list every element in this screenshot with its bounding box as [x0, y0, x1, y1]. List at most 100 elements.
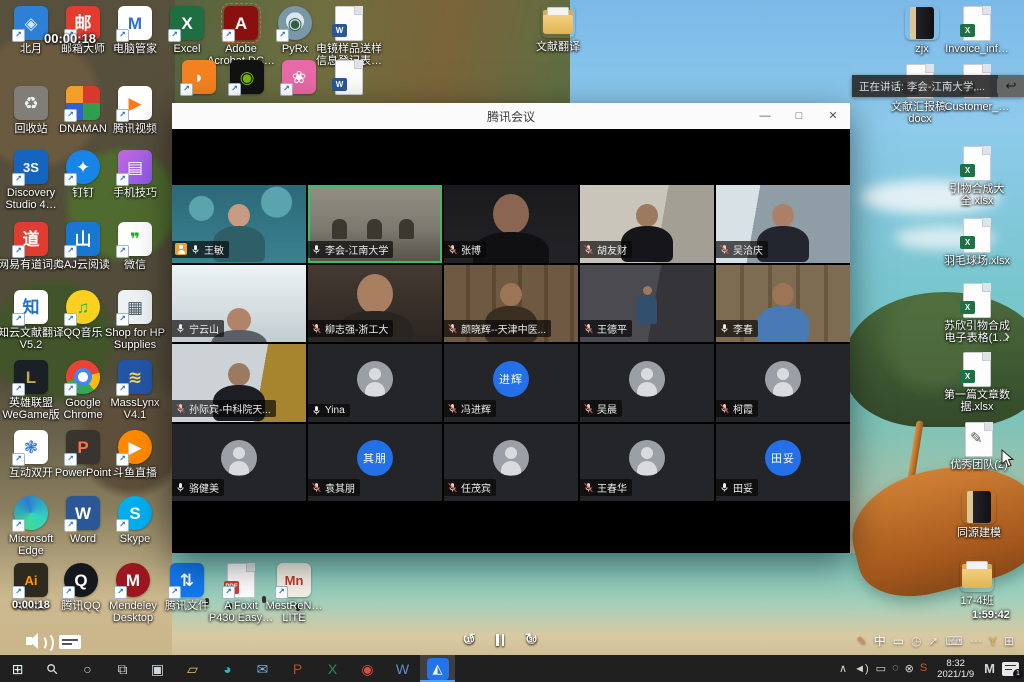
- participant-tile[interactable]: 王德平: [580, 265, 714, 343]
- excel-taskbar-button[interactable]: X: [315, 655, 350, 682]
- participant-name: 袁其朋: [325, 480, 355, 495]
- yinwu-xlsx[interactable]: X引物合成大全.xlsx: [940, 146, 1014, 207]
- edge-taskbar-button[interactable]: ◕: [210, 655, 245, 682]
- caption-overlay-icon[interactable]: [59, 635, 81, 649]
- minimize-button[interactable]: —: [748, 103, 782, 129]
- s-tray-icon[interactable]: S: [920, 662, 927, 675]
- participant-name: 李会-江南大学: [325, 242, 388, 257]
- participant-tile[interactable]: 任茂宾: [444, 424, 578, 502]
- cursor-share-icon[interactable]: ➚: [929, 634, 939, 648]
- tencent-meeting-taskbar-button[interactable]: ◭: [420, 655, 455, 682]
- participant-name-bar: 李春: [716, 320, 758, 337]
- forward-30-button[interactable]: ↻30: [524, 630, 538, 650]
- action-center-button[interactable]: 1: [1002, 662, 1019, 676]
- tongyuan-book-icon: [962, 490, 996, 524]
- battery-tray-icon[interactable]: ▭: [876, 662, 886, 675]
- participant-tile[interactable]: 进辉冯进辉: [444, 344, 578, 422]
- clock-icon[interactable]: ◷: [911, 634, 921, 648]
- volume-tray-icon[interactable]: ◄): [854, 663, 869, 675]
- shouji-jiqiao-app[interactable]: ▤↗手机技巧: [98, 150, 172, 199]
- mestrenova-app[interactable]: Mn↗MestReN…LITE: [257, 563, 331, 624]
- mestrenova-app-label: MestReN…LITE: [257, 600, 331, 624]
- start-button[interactable]: ⊞: [0, 655, 35, 682]
- participant-tile[interactable]: 宁云山: [172, 265, 306, 343]
- folder-17-4[interactable]: 17-4班: [940, 558, 1014, 607]
- participant-tile[interactable]: 田妥田妥: [716, 424, 850, 502]
- grid-icon[interactable]: ⊞: [1004, 634, 1014, 648]
- tongyuan-book[interactable]: 同源建模: [942, 490, 1016, 539]
- diyipian-xlsx[interactable]: X第一篇文章数据.xlsx: [940, 352, 1014, 413]
- wangwang-icon[interactable]: Y: [989, 634, 997, 648]
- wechat-app[interactable]: ❞↗微信: [98, 222, 172, 271]
- shouji-jiqiao-app-icon: ▤↗: [118, 150, 152, 184]
- chrome-taskbar-button[interactable]: ◉: [350, 655, 385, 682]
- suxin-xlsx[interactable]: X苏欣引物合成电子表格(1…: [940, 283, 1014, 344]
- masslynx-app[interactable]: ≋↗MassLynxV4.1: [98, 360, 172, 421]
- participant-tile[interactable]: 孙际宾-中科院天...: [172, 344, 306, 422]
- window-titlebar[interactable]: 腾讯会议 — □ ✕: [172, 103, 850, 130]
- close-circle-tray-icon[interactable]: ⊗: [905, 662, 914, 675]
- participant-tile[interactable]: 王春华: [580, 424, 714, 502]
- store-button[interactable]: ▣: [140, 655, 175, 682]
- participant-tile[interactable]: 李春: [716, 265, 850, 343]
- task-view-button[interactable]: ⧉: [105, 655, 140, 682]
- shortcut-arrow-icon: ↗: [64, 173, 77, 186]
- yumaoqiu-xlsx[interactable]: X羽毛球场.xlsx: [940, 218, 1014, 267]
- participant-tile[interactable]: 颜晓辉--天津中医...: [444, 265, 578, 343]
- invoice-xlsx[interactable]: XInvoice_inf…: [940, 6, 1014, 55]
- hidden-tray-icon[interactable]: ◌: [892, 662, 899, 675]
- speaking-banner[interactable]: 正在讲话: 李会-江南大学,... ↩: [852, 75, 1024, 97]
- close-button[interactable]: ✕: [816, 103, 850, 129]
- douyu-live-app-icon: ▶↗: [118, 430, 152, 464]
- participant-tile[interactable]: 骆健美: [172, 424, 306, 502]
- volume-overlay-icon[interactable]: [26, 631, 56, 651]
- banner-collapse-icon[interactable]: ↩: [998, 75, 1024, 97]
- rewind-10-button[interactable]: ↺10: [462, 630, 476, 650]
- word-doc-dianjing[interactable]: W电镜样品送样信息登记表…: [312, 6, 386, 67]
- participant-tile[interactable]: 吴洽庆: [716, 185, 850, 263]
- participant-tile[interactable]: 李会-江南大学: [308, 185, 442, 263]
- tray-chevron-icon[interactable]: ∧: [839, 662, 847, 675]
- ime-m-icon[interactable]: M: [984, 661, 995, 676]
- participant-tile[interactable]: 吴晨: [580, 344, 714, 422]
- mic-muted-icon: [719, 403, 730, 414]
- ime-mode-icon[interactable]: ▭: [893, 634, 904, 648]
- douyu-live-app[interactable]: ▶↗斗鱼直播: [98, 430, 172, 479]
- shortcut-arrow-icon: ↗: [12, 519, 25, 532]
- taskbar-clock[interactable]: 8:32 2021/1/9: [934, 658, 977, 680]
- folder-wenxianfanyi[interactable]: 文献翻译: [521, 4, 595, 53]
- word-doc-hidden[interactable]: W: [312, 60, 386, 94]
- word-taskbar-button[interactable]: W: [385, 655, 420, 682]
- pen-icon[interactable]: ✎: [857, 634, 867, 648]
- keyboard-icon[interactable]: ⌨: [946, 634, 963, 648]
- ime-chinese-icon[interactable]: 中: [874, 632, 886, 649]
- cortana-button[interactable]: ○: [70, 655, 105, 682]
- taskbar: ⊞⚲○⧉▣▱◕✉PX◉W◭ ∧ ◄) ▭◌⊗S 8:32 2021/1/9 M …: [0, 655, 1024, 682]
- recording-timer: 1:59:42: [972, 609, 1010, 621]
- participant-name: 胡友财: [597, 242, 627, 257]
- mail-taskbar-button[interactable]: ✉: [245, 655, 280, 682]
- tencent-video-app-icon: ▶↗: [118, 86, 152, 120]
- participant-tile[interactable]: Yina: [308, 344, 442, 422]
- youxiu-note-icon: ✎: [962, 422, 996, 456]
- pink-app-icon: ❀↗: [282, 60, 316, 94]
- participant-tile[interactable]: 张博: [444, 185, 578, 263]
- participant-tile[interactable]: 其朋袁其朋: [308, 424, 442, 502]
- mic-muted-icon: [447, 244, 458, 255]
- search-button[interactable]: ⚲: [35, 655, 70, 682]
- shortcut-arrow-icon: ↗: [275, 586, 288, 599]
- participant-tile[interactable]: 胡友财: [580, 185, 714, 263]
- participant-tile[interactable]: 柳志强-浙工大: [308, 265, 442, 343]
- hp-supplies-app[interactable]: ▦↗Shop for HPSupplies: [98, 290, 172, 351]
- participant-tile[interactable]: 柯霞: [716, 344, 850, 422]
- powerpoint-taskbar-button[interactable]: P: [280, 655, 315, 682]
- dots-icon[interactable]: ⋯: [970, 634, 982, 648]
- tencent-video-app[interactable]: ▶↗腾讯视频: [98, 86, 172, 135]
- file-explorer-button[interactable]: ▱: [175, 655, 210, 682]
- participant-tile[interactable]: 王敏: [172, 185, 306, 263]
- skype-app[interactable]: S↗Skype: [98, 496, 172, 545]
- pause-button[interactable]: [496, 634, 504, 646]
- caj-cloud-app-icon: 山↗: [66, 222, 100, 256]
- word-doc-hidden-icon: W: [332, 60, 366, 94]
- maximize-button[interactable]: □: [782, 103, 816, 129]
